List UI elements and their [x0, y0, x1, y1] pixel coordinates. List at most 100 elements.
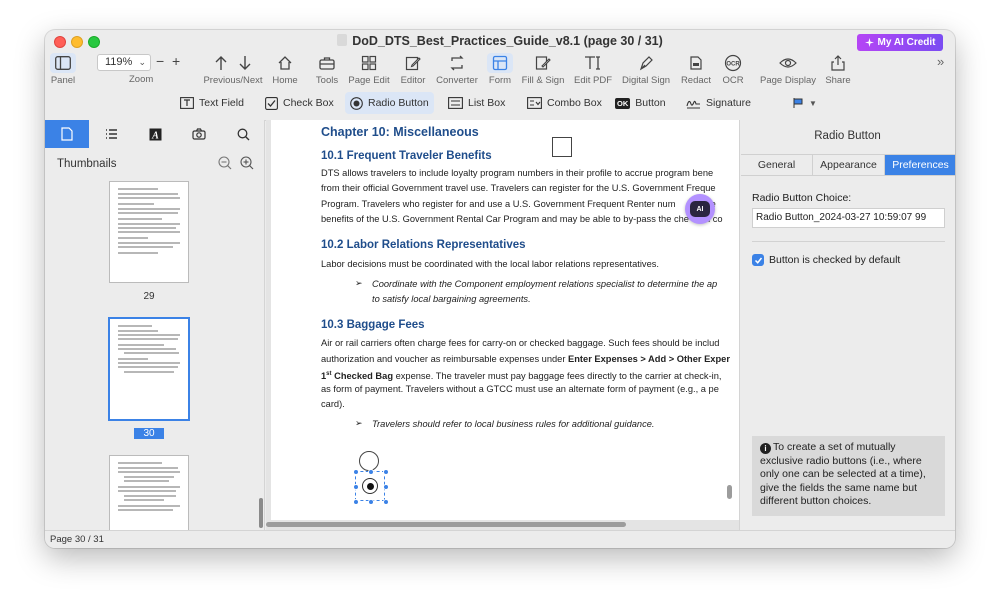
converter-label: Converter: [436, 75, 478, 86]
thumbnail-page[interactable]: [109, 181, 189, 283]
panel-icon: [50, 53, 76, 73]
radio-button-icon: [350, 96, 363, 110]
tab-attachments[interactable]: [177, 120, 221, 148]
grid-icon: [361, 53, 377, 73]
zoom-in-button[interactable]: +: [172, 53, 180, 69]
paragraph-line: Air or rail carriers often charge fees f…: [321, 338, 720, 348]
radio-button-field[interactable]: [359, 451, 379, 471]
tab-annotations[interactable]: A: [133, 120, 177, 148]
thumbnail-page[interactable]: [109, 455, 189, 535]
pen-nib-icon: [638, 53, 654, 73]
radio-button-tool[interactable]: Radio Button: [345, 92, 434, 114]
edit-pdf-button[interactable]: Edit PDF: [566, 53, 620, 86]
ai-credit-label: My AI Credit: [877, 37, 936, 48]
button-tool[interactable]: OK Button: [610, 92, 671, 114]
title-bar: DoD_DTS_Best_Practices_Guide_v8.1 (page …: [45, 30, 955, 52]
text-field-label: Text Field: [199, 97, 244, 109]
resize-handle[interactable]: [383, 469, 389, 475]
paragraph-line: benefits of the U.S. Government Rental C…: [321, 214, 723, 224]
resize-handle[interactable]: [368, 469, 374, 475]
list-box-tool[interactable]: List Box: [443, 92, 510, 114]
signature-icon: [686, 100, 700, 109]
chapter-heading: Chapter 10: Miscellaneous: [321, 125, 479, 139]
radio-choice-input[interactable]: Radio Button_2024-03-27 10:59:07 99: [752, 208, 945, 228]
resize-handle[interactable]: [368, 499, 374, 505]
thumbnail-zoom-in-icon[interactable]: [240, 156, 254, 170]
document-viewer[interactable]: Chapter 10: Miscellaneous 10.1 Frequent …: [266, 120, 739, 530]
thumbnail-scrollbar[interactable]: [259, 498, 263, 528]
checkbox-form-field[interactable]: [552, 137, 572, 157]
tab-outline[interactable]: [89, 120, 133, 148]
resize-handle[interactable]: [383, 499, 389, 505]
home-icon: [277, 53, 293, 73]
zoom-out-button[interactable]: −: [156, 53, 164, 69]
page-display-button[interactable]: Page Display: [760, 53, 816, 86]
checked-by-default-checkbox[interactable]: Button is checked by default: [752, 254, 900, 266]
document-icon: [337, 34, 348, 46]
tab-preferences[interactable]: Preferences: [885, 155, 955, 175]
combo-box-label: Combo Box: [547, 97, 602, 109]
vertical-scrollbar[interactable]: [727, 485, 732, 499]
radio-button-field-selected[interactable]: [353, 469, 389, 505]
tools-label: Tools: [315, 75, 339, 86]
resize-handle[interactable]: [383, 484, 389, 490]
list-icon: [105, 129, 117, 139]
checkbox-icon: [265, 96, 278, 110]
more-tools-icon[interactable]: »: [937, 54, 944, 69]
share-button[interactable]: Share: [811, 53, 865, 86]
home-label: Home: [272, 75, 298, 86]
svg-text:A: A: [151, 130, 159, 141]
signature-tool[interactable]: Signature: [681, 92, 756, 114]
bullet-text: Coordinate with the Component employment…: [372, 279, 718, 289]
chevron-down-icon: ⌄: [138, 57, 146, 67]
paragraph-line: DTS allows travelers to include loyalty …: [321, 168, 714, 178]
paragraph-line: from their official Government travel us…: [321, 183, 716, 193]
fill-sign-button[interactable]: Fill & Sign: [516, 53, 570, 86]
checked-by-default-label: Button is checked by default: [769, 254, 901, 266]
sidebar-tabs: A: [45, 120, 265, 148]
zoom-select[interactable]: 119% ⌄: [97, 54, 151, 71]
horizontal-scrollbar[interactable]: [266, 522, 626, 527]
redact-icon: [688, 53, 704, 73]
tab-appearance[interactable]: Appearance: [813, 155, 885, 175]
info-box: i To create a set of mutually exclusive r…: [752, 436, 945, 516]
bullet-text: to satisfy local bargaining agreements.: [372, 294, 531, 304]
share-label: Share: [825, 75, 851, 86]
divider: [752, 241, 945, 242]
text-a-icon: A: [149, 128, 161, 141]
form-icon: [487, 53, 513, 73]
info-text: To create a set of mutually exclusive ra…: [760, 441, 926, 507]
text-field-tool[interactable]: Text Field: [175, 92, 249, 114]
ocr-icon: OCR: [724, 53, 742, 73]
page-edit-label: Page Edit: [348, 75, 390, 86]
properties-tabs: General Appearance Preferences: [741, 154, 955, 176]
fill-sign-label: Fill & Sign: [521, 75, 565, 86]
page-icon: [61, 127, 73, 141]
flag-icon: [793, 98, 803, 108]
camera-icon: [192, 128, 206, 140]
resize-handle[interactable]: [353, 499, 359, 505]
ai-credit-button[interactable]: My AI Credit: [857, 34, 943, 51]
ai-assistant-button[interactable]: AI: [685, 194, 715, 224]
check-box-tool[interactable]: Check Box: [260, 92, 339, 114]
align-tool[interactable]: ▼: [787, 92, 822, 114]
ocr-button[interactable]: OCR OCR: [706, 53, 760, 86]
tab-general[interactable]: General: [741, 155, 813, 175]
tab-search[interactable]: [221, 120, 265, 148]
resize-handle[interactable]: [353, 484, 359, 490]
tab-thumbnails[interactable]: [45, 120, 89, 148]
main-toolbar: Panel 119% ⌄ − + Zoom Previous/Next Home …: [45, 52, 955, 88]
panel-button[interactable]: Panel: [45, 53, 90, 86]
arrow-up-icon: [215, 56, 227, 70]
previous-next-group[interactable]: Previous/Next: [203, 53, 263, 86]
combo-box-tool[interactable]: Combo Box: [522, 92, 607, 114]
thumbnail-page-selected[interactable]: [109, 318, 189, 420]
thumbnail-zoom-out-icon[interactable]: [218, 156, 232, 170]
convert-icon: [449, 53, 465, 73]
ok-button-icon: OK: [615, 97, 631, 109]
resize-handle[interactable]: [353, 469, 359, 475]
page-indicator: Page 30 / 31: [50, 534, 104, 545]
left-sidebar: A Thumbnails 29 30: [45, 120, 265, 535]
digital-sign-button[interactable]: Digital Sign: [619, 53, 673, 86]
bullet-arrow-icon: ➢: [355, 418, 363, 428]
